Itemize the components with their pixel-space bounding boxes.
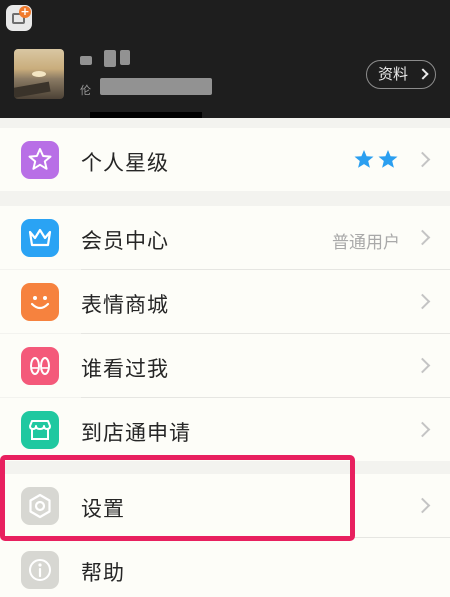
add-photo-button[interactable]: + <box>6 5 32 31</box>
menu-item-visitors[interactable]: 谁看过我 <box>0 334 450 397</box>
profile-button-label: 资料 <box>378 65 409 83</box>
vip-status: 普通用户 <box>332 233 400 253</box>
profile-header: + 伦 资料 <box>0 0 450 118</box>
chevron-right-icon <box>417 68 429 80</box>
info-icon <box>21 551 59 589</box>
menu-item-label: 谁看过我 <box>81 357 169 381</box>
blurred-signature <box>100 78 212 95</box>
menu-item-help[interactable]: 帮助 <box>0 538 450 597</box>
menu-item-vip[interactable]: 会员中心 普通用户 <box>0 206 450 269</box>
filled-star-icon <box>354 150 374 168</box>
menu-item-label: 帮助 <box>81 561 125 585</box>
chevron-right-icon <box>414 151 431 168</box>
blurred-username <box>80 56 92 65</box>
avatar[interactable] <box>14 49 64 99</box>
filled-star-icon <box>378 150 398 168</box>
settings-highlight-box <box>0 455 355 541</box>
chevron-right-icon <box>414 357 431 374</box>
name-fragment: 伦 <box>80 84 91 97</box>
footprints-icon <box>21 347 59 385</box>
menu-item-label: 表情商城 <box>81 293 169 317</box>
menu-item-label: 个人星级 <box>81 151 169 175</box>
smile-icon <box>21 283 59 321</box>
menu-item-label: 到店通申请 <box>81 421 191 445</box>
menu-item-label: 会员中心 <box>81 229 169 253</box>
menu-item-emoji-store[interactable]: 表情商城 <box>0 270 450 333</box>
chevron-right-icon <box>414 497 431 514</box>
menu-item-store-apply[interactable]: 到店通申请 <box>0 398 450 461</box>
star-icon <box>21 141 59 179</box>
chevron-right-icon <box>414 293 431 310</box>
level-stars <box>354 150 398 169</box>
store-icon <box>21 411 59 449</box>
profile-button[interactable]: 资料 <box>366 60 436 89</box>
menu-item-level[interactable]: 个人星级 <box>0 128 450 191</box>
crown-icon <box>21 219 59 257</box>
chevron-right-icon <box>414 421 431 438</box>
plus-icon: + <box>19 5 31 18</box>
chevron-right-icon <box>414 229 431 246</box>
